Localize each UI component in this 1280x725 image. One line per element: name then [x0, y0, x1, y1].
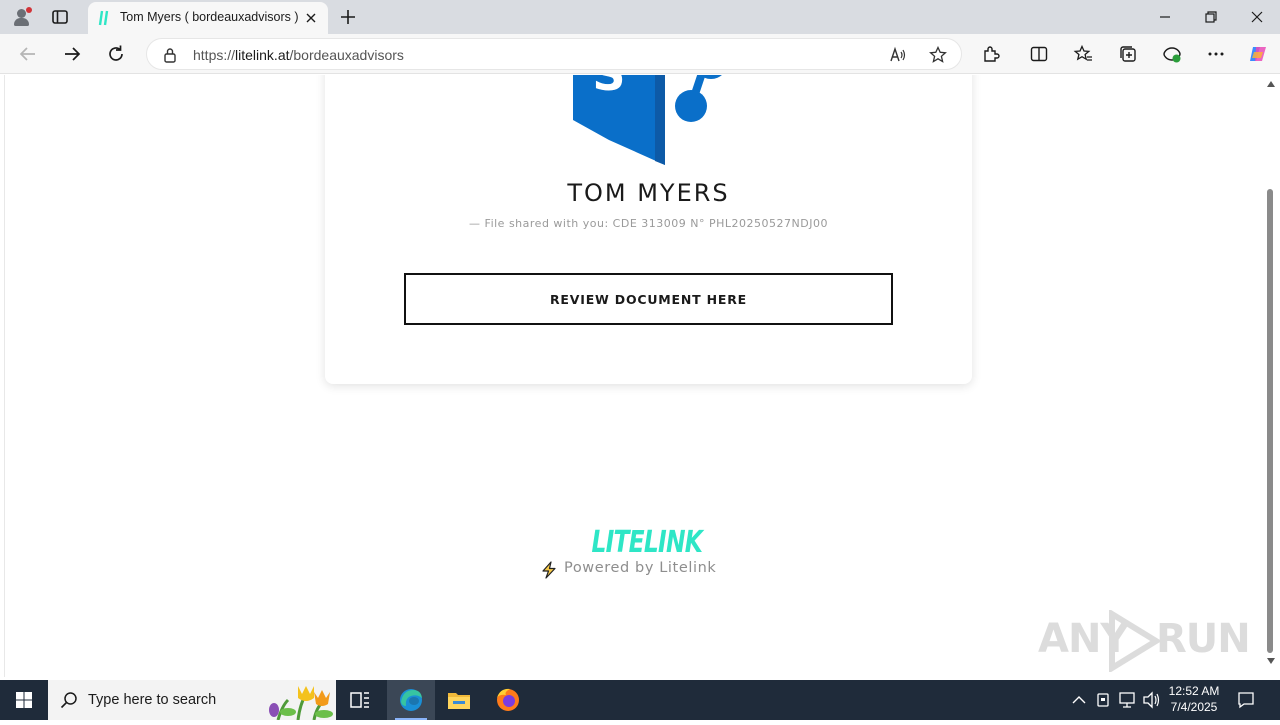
clock-time: 12:52 AM	[1168, 684, 1220, 698]
lock-icon[interactable]	[163, 47, 177, 63]
more-options-icon[interactable]	[1206, 44, 1226, 64]
profile-icon[interactable]	[12, 7, 32, 27]
browser-essentials-icon[interactable]	[1162, 44, 1182, 64]
tab-actions-icon[interactable]	[51, 8, 69, 26]
extensions-icon[interactable]	[981, 44, 1001, 64]
refresh-icon[interactable]	[105, 43, 127, 65]
browser-toolbar: https://litelink.at/bordeauxadvisors	[0, 34, 1280, 74]
restore-icon[interactable]	[1202, 8, 1220, 26]
read-aloud-icon[interactable]	[889, 46, 907, 64]
edge-taskbar-button[interactable]	[387, 680, 435, 720]
scrollbar-thumb[interactable]	[1267, 189, 1273, 653]
active-tab[interactable]: Tom Myers ( bordeauxadvisors ) -	[88, 2, 328, 34]
taskbar-search-box[interactable]: Type here to search	[48, 680, 336, 720]
close-tab-icon[interactable]	[303, 10, 319, 26]
sharepoint-logo-icon: S	[573, 75, 722, 165]
file-explorer-icon[interactable]	[435, 680, 483, 720]
windows-start-icon[interactable]	[0, 680, 48, 720]
favorites-icon[interactable]	[1073, 44, 1093, 64]
usb-device-icon[interactable]	[1094, 680, 1112, 720]
page-viewport: S TOM MYERS — File shared with you: CDE …	[0, 75, 1262, 677]
network-icon[interactable]	[1117, 680, 1137, 720]
close-window-icon[interactable]	[1248, 8, 1266, 26]
scroll-down-icon[interactable]	[1267, 658, 1275, 664]
vertical-scrollbar[interactable]	[1262, 75, 1280, 677]
tab-title: Tom Myers ( bordeauxadvisors ) -	[120, 10, 300, 24]
search-placeholder: Type here to search	[88, 692, 217, 708]
split-screen-icon[interactable]	[1029, 44, 1049, 64]
system-clock[interactable]: 12:52 AM 7/4/2025	[1160, 683, 1228, 715]
back-icon[interactable]	[17, 43, 39, 65]
copilot-icon[interactable]	[1248, 44, 1268, 64]
profile-name: TOM MYERS	[567, 179, 730, 207]
search-highlight-flowers-icon	[269, 686, 333, 720]
task-view-icon[interactable]	[336, 680, 384, 720]
favorite-star-icon[interactable]	[929, 46, 947, 64]
search-icon	[60, 692, 77, 709]
lightning-bolt-icon	[542, 561, 556, 579]
collections-icon[interactable]	[1118, 44, 1138, 64]
tab-strip: Tom Myers ( bordeauxadvisors ) -	[0, 0, 1280, 34]
clock-date: 7/4/2025	[1170, 700, 1218, 714]
edge-icon	[400, 689, 422, 711]
forward-icon[interactable]	[61, 43, 83, 65]
shared-file-subtitle: — File shared with you: CDE 313009 N° PH…	[469, 217, 828, 230]
volume-icon[interactable]	[1141, 680, 1161, 720]
review-document-button[interactable]: REVIEW DOCUMENT HERE	[404, 273, 893, 325]
windows-taskbar: Type here to search 12:52 AM 7/4/2025	[0, 680, 1280, 720]
new-tab-icon[interactable]	[338, 7, 358, 27]
profile-card: S TOM MYERS — File shared with you: CDE …	[325, 75, 972, 384]
firefox-icon[interactable]	[484, 680, 532, 720]
page-border	[4, 75, 5, 677]
anyrun-watermark: ANY RUN	[1038, 610, 1251, 672]
address-bar[interactable]: https://litelink.at/bordeauxadvisors	[146, 38, 962, 70]
svg-text:S: S	[592, 75, 625, 101]
notifications-icon[interactable]	[1236, 690, 1256, 710]
litelink-logo[interactable]: LITELINK	[591, 525, 702, 560]
scroll-up-icon[interactable]	[1267, 81, 1275, 87]
litelink-favicon-icon	[98, 10, 109, 26]
play-icon	[1109, 610, 1162, 672]
show-hidden-icons-icon[interactable]	[1070, 680, 1088, 720]
url-text[interactable]: https://litelink.at/bordeauxadvisors	[193, 47, 404, 63]
minimize-icon[interactable]	[1156, 8, 1174, 26]
powered-by-text: Powered by Litelink	[564, 560, 717, 576]
